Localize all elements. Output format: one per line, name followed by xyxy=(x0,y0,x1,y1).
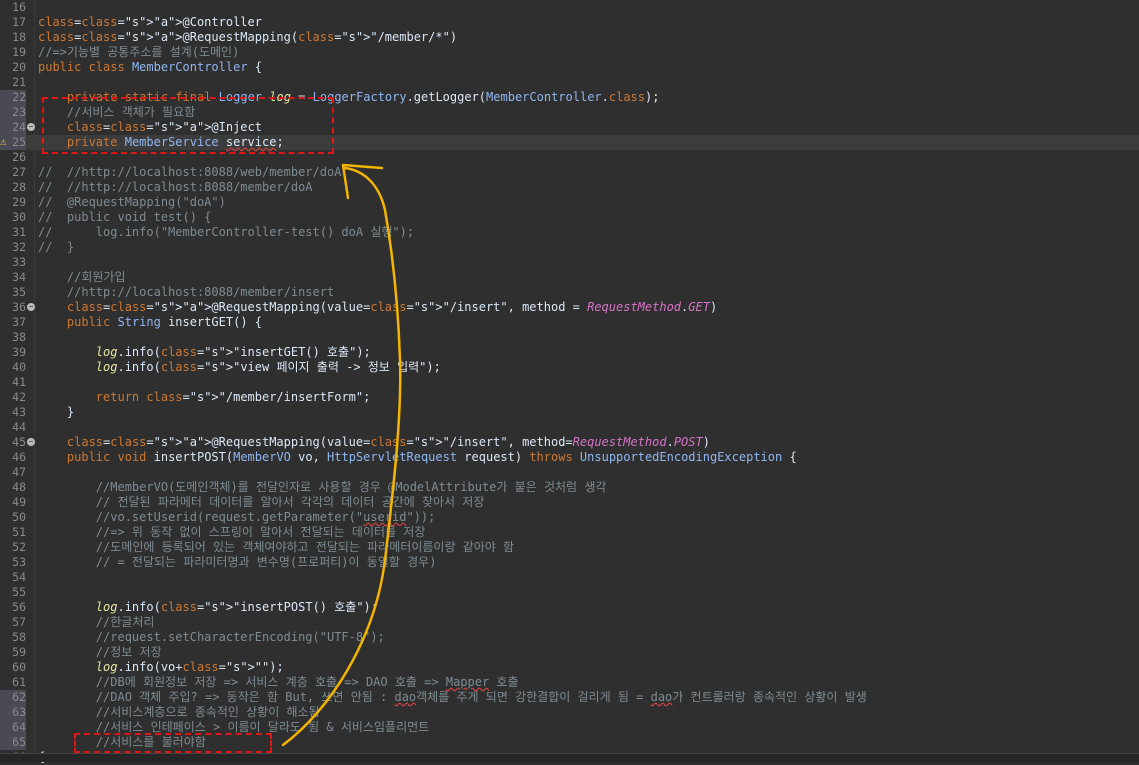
annotation-arrow xyxy=(281,163,402,747)
arrow-path xyxy=(281,166,402,747)
code-editor[interactable]: 16 17 class=class="s">"a">@Controller 18 cla… xyxy=(0,0,1139,764)
